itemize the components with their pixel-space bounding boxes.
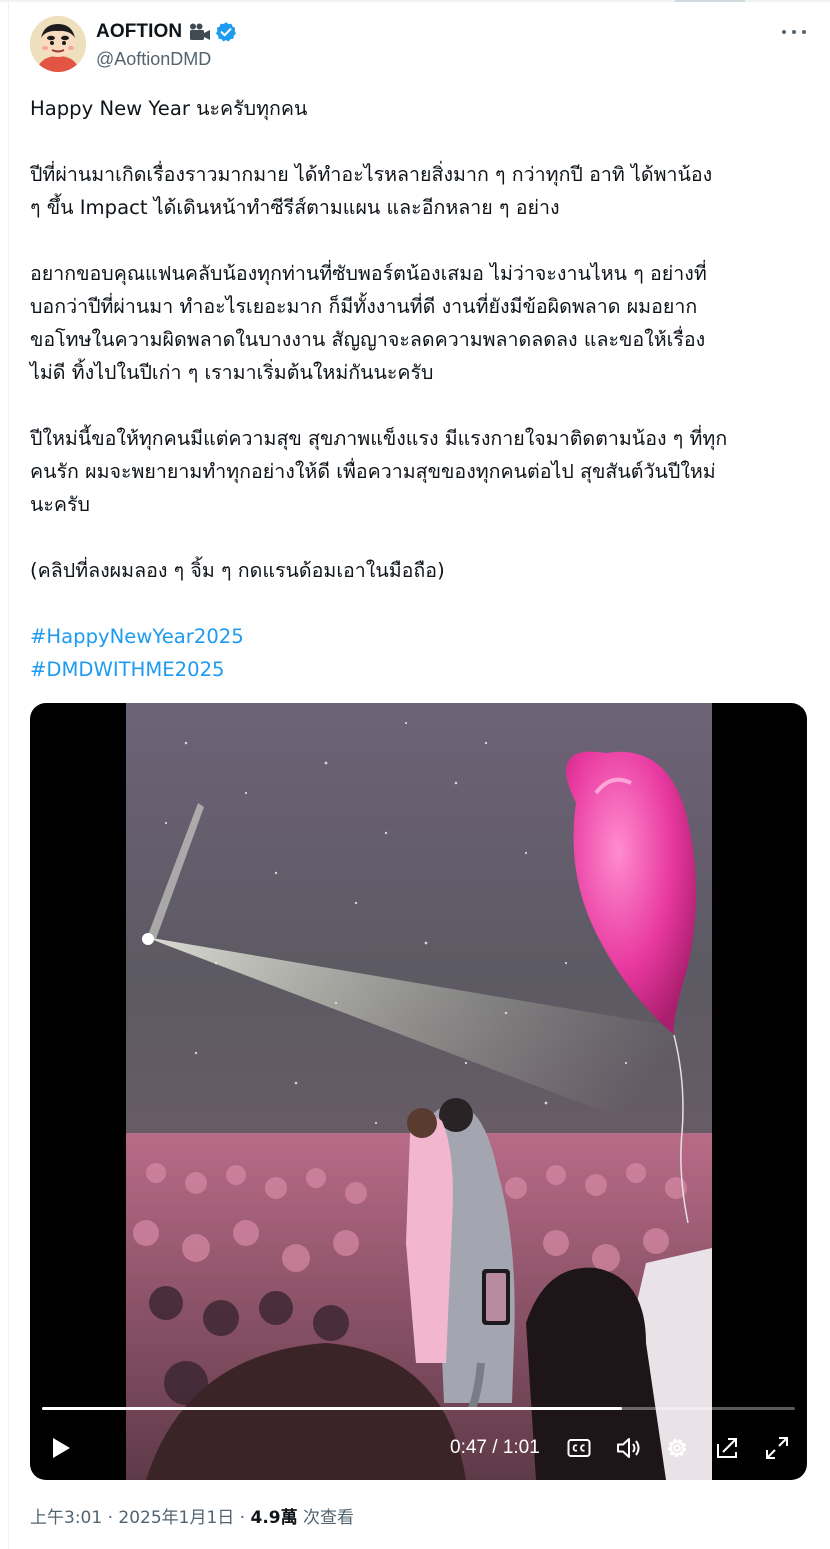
- views-label: 次查看: [297, 1508, 355, 1528]
- camera-icon: [188, 22, 212, 42]
- settings-icon[interactable]: [664, 1435, 690, 1461]
- hashtag-link[interactable]: #DMDWITHME2025: [30, 653, 225, 686]
- tweet-paragraph: ปีใหม่นี้ขอให้ทุกคนมีแต่ความสุข สุขภาพแข…: [30, 427, 728, 516]
- author-handle[interactable]: @AoftionDMD: [96, 49, 237, 70]
- video-progress-fill: [42, 1407, 622, 1410]
- top-divider: [0, 0, 830, 2]
- video-frame[interactable]: [126, 703, 712, 1480]
- tweet-timestamp[interactable]: 上午3:01 · 2025年1月1日 ·: [30, 1508, 251, 1528]
- hashtag-link[interactable]: #HappyNewYear2025: [30, 620, 244, 653]
- volume-icon[interactable]: [615, 1435, 641, 1461]
- pip-icon[interactable]: [714, 1435, 740, 1461]
- tweet-meta: 上午3:01 · 2025年1月1日 · 4.9萬 次查看: [30, 1503, 354, 1528]
- display-name-row: AOFTION: [96, 20, 237, 44]
- tweet-text: Happy New Year นะครับทุกคน ปีที่ผ่านมาเก…: [30, 92, 810, 686]
- play-icon[interactable]: [48, 1435, 74, 1461]
- author-names: AOFTION @AoftionDMD: [96, 20, 237, 70]
- tweet-paragraph: ปีที่ผ่านมาเกิดเรื่องราวมากมาย ได้ทำอะไร…: [30, 163, 713, 219]
- avatar[interactable]: [30, 16, 86, 72]
- more-icon[interactable]: [782, 28, 806, 36]
- tweet-paragraph: Happy New Year นะครับทุกคน: [30, 97, 308, 120]
- tweet-header: AOFTION @AoftionDMD: [30, 16, 810, 74]
- video-controls: 0:47 / 1:01: [30, 1425, 807, 1469]
- display-name[interactable]: AOFTION: [96, 21, 182, 43]
- fullscreen-icon[interactable]: [764, 1435, 790, 1461]
- video-player[interactable]: 0:47 / 1:01: [30, 703, 807, 1480]
- video-progress-bar[interactable]: [42, 1407, 795, 1410]
- divider-highlight: [675, 0, 745, 2]
- timeline-border: [8, 0, 9, 1549]
- video-time: 0:47 / 1:01: [450, 1437, 540, 1458]
- tweet-paragraph: อยากขอบคุณแฟนคลับน้องทุกท่านที่ซับพอร์ตน…: [30, 262, 707, 384]
- tweet-paragraph: (คลิปที่ลงผมลอง ๆ จิ้ม ๆ กดแรนด้อมเอาในม…: [30, 559, 445, 582]
- views-count: 4.9萬: [250, 1508, 298, 1528]
- captions-icon[interactable]: [566, 1435, 592, 1461]
- verified-icon[interactable]: [215, 21, 237, 43]
